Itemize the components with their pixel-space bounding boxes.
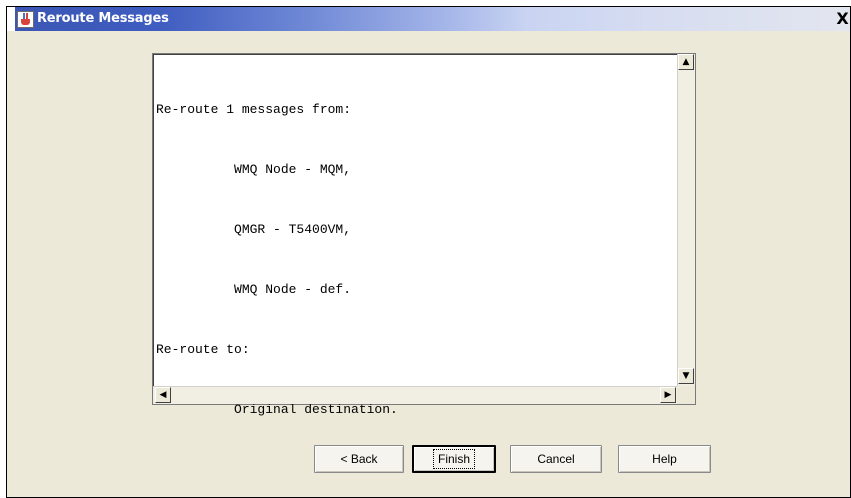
scroll-left-arrow-icon[interactable]: ◀ (155, 387, 171, 403)
finish-button-label: Finish (432, 449, 475, 469)
window-title: Reroute Messages (37, 11, 169, 26)
help-button[interactable]: Help (618, 445, 711, 473)
horizontal-scrollbar[interactable]: ◀ ▶ (153, 386, 678, 404)
back-button-label: < Back (340, 452, 378, 466)
scroll-down-arrow-icon[interactable]: ▼ (678, 368, 694, 384)
dialog-body: Re-route 1 messages from: WMQ Node - MQM… (7, 31, 850, 497)
close-button[interactable]: X (835, 11, 850, 27)
title-bar[interactable]: Reroute Messages X (7, 7, 850, 31)
finish-button[interactable]: Finish (412, 445, 496, 473)
java-cup-icon (17, 11, 34, 28)
vertical-scrollbar[interactable]: ▲ ▼ (677, 54, 695, 387)
summary-line: WMQ Node - MQM, (156, 162, 352, 177)
summary-line: Re-route 1 messages from: (156, 102, 352, 117)
summary-line: QMGR - T5400VM, (156, 222, 352, 237)
scrollbar-corner (677, 386, 695, 404)
help-button-label: Help (652, 452, 677, 466)
back-button[interactable]: < Back (314, 445, 404, 473)
scroll-right-arrow-icon[interactable]: ▶ (660, 387, 676, 403)
summary-line: Re-route to: (156, 342, 250, 357)
reroute-messages-dialog: Reroute Messages X Re-route 1 messages f… (6, 6, 851, 498)
summary-line: WMQ Node - def. (156, 282, 352, 297)
summary-text-area[interactable]: Re-route 1 messages from: WMQ Node - MQM… (152, 53, 696, 417)
cancel-button-label: Cancel (537, 452, 575, 466)
cancel-button[interactable]: Cancel (510, 445, 602, 473)
scroll-up-arrow-icon[interactable]: ▲ (678, 54, 694, 70)
